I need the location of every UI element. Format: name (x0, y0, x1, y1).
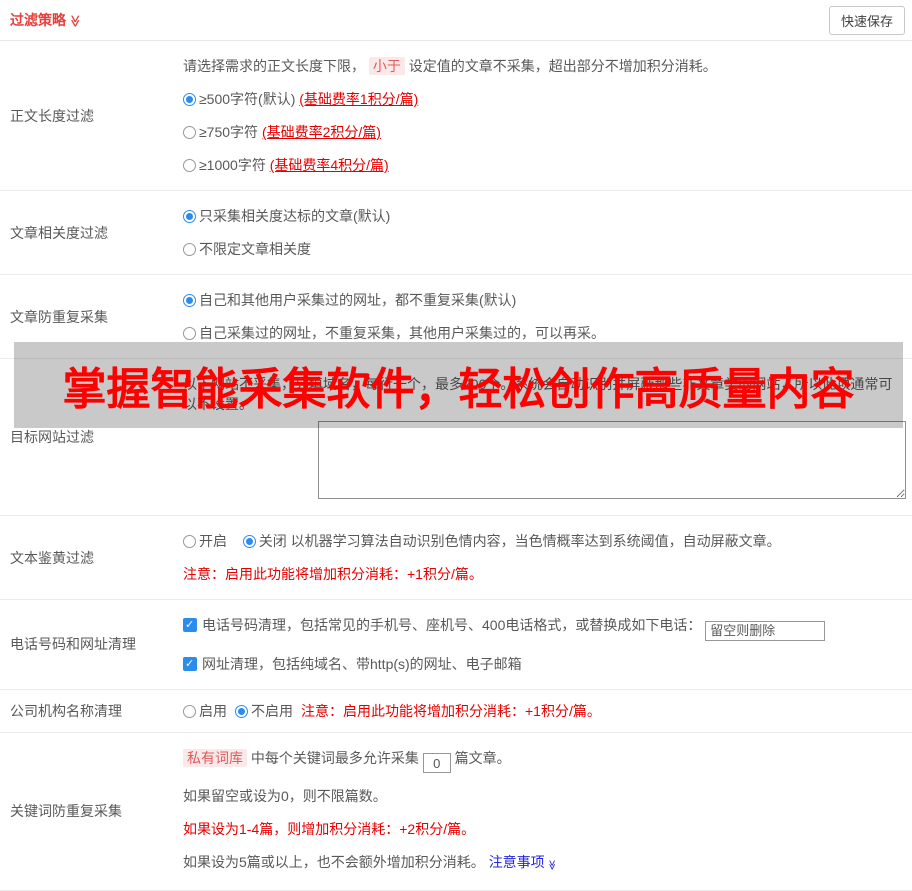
section-title-label: 过滤策略 (10, 12, 66, 28)
row-label-relevance: 文章相关度过滤 (0, 191, 183, 274)
checkbox-checked-icon[interactable] (183, 618, 197, 632)
notes-link[interactable]: 注意事项≫ (489, 854, 556, 870)
watermark-text: 掌握智能采集软件，轻松创作高质量内容 (63, 353, 855, 417)
radio-icon[interactable] (183, 126, 196, 139)
checkbox-checked-icon[interactable] (183, 657, 197, 671)
body-length-intro: 请选择需求的正文长度下限， 小于 设定值的文章不采集，超出部分不增加积分消耗。 (183, 56, 904, 76)
row-porn-filter: 文本鉴黄过滤 开启 关闭 以机器学习算法自动识别色情内容，当色情概率达到系统阈值… (0, 516, 912, 600)
relevance-option-unlimited[interactable]: 不限定文章相关度 (183, 239, 904, 259)
option-label: 启用 (199, 703, 227, 719)
intro-after: 设定值的文章不采集，超出部分不增加积分消耗。 (409, 58, 717, 74)
company-clean-enable-option[interactable]: 启用 (183, 701, 227, 721)
intro-before: 请选择需求的正文长度下限， (183, 58, 365, 74)
row-content-company-clean: 启用 不启用 注意：启用此功能将增加积分消耗：+1积分/篇。 (183, 690, 912, 732)
radio-icon[interactable] (183, 705, 196, 718)
chevron-down-icon: ≫ (541, 860, 561, 870)
watermark-banner: 掌握智能采集软件，轻松创作高质量内容 (14, 342, 903, 428)
radio-icon[interactable] (183, 294, 196, 307)
row-label-body-length: 正文长度过滤 (0, 41, 183, 190)
page-header: 过滤策略≫ 快速保存 (0, 0, 912, 41)
radio-icon[interactable] (243, 535, 256, 548)
section-title-filter-strategy[interactable]: 过滤策略≫ (10, 10, 82, 30)
option-label: 只采集相关度达标的文章(默认) (199, 208, 390, 224)
option-label: 自己和其他用户采集过的网址，都不重复采集(默认) (199, 292, 516, 308)
relevance-option-strict[interactable]: 只采集相关度达标的文章(默认) (183, 206, 904, 226)
body-length-option-750[interactable]: ≥750字符 (基础费率2积分/篇) (183, 122, 904, 142)
quick-save-button[interactable]: 快速保存 (829, 6, 905, 35)
keyword-note-cost: 如果设为1-4篇，则增加积分消耗：+2积分/篇。 (183, 819, 904, 839)
option-label: ≥750字符 (199, 124, 258, 140)
row-keyword-dedup: 关键词防重复采集 私有词库 中每个关键词最多允许采集 篇文章。 如果留空或设为0… (0, 733, 912, 891)
porn-filter-on-option[interactable]: 开启 (183, 533, 227, 549)
option-label: ≥500字符(默认) (199, 91, 295, 107)
option-label: 不限定文章相关度 (199, 241, 311, 257)
row-body-length-filter: 正文长度过滤 请选择需求的正文长度下限， 小于 设定值的文章不采集，超出部分不增… (0, 41, 912, 191)
keyword-note-five: 如果设为5篇或以上，也不会额外增加积分消耗。 注意事项≫ (183, 852, 904, 875)
row-content-relevance: 只采集相关度达标的文章(默认) 不限定文章相关度 (183, 191, 912, 274)
option-label: 关闭 (259, 533, 287, 549)
option-cost: (基础费率4积分/篇) (270, 157, 389, 173)
porn-filter-description: 以机器学习算法自动识别色情内容，当色情概率达到系统阈值，自动屏蔽文章。 (291, 533, 781, 549)
phone-clean-label: 电话号码清理，包括常见的手机号、座机号、400电话格式，或替换成如下电话： (202, 617, 701, 633)
porn-filter-note: 注意：启用此功能将增加积分消耗：+1积分/篇。 (183, 564, 904, 584)
keyword-limit-text-end: 篇文章。 (455, 750, 511, 766)
company-clean-note: 注意：启用此功能将增加积分消耗：+1积分/篇。 (301, 701, 601, 721)
row-content-body-length: 请选择需求的正文长度下限， 小于 设定值的文章不采集，超出部分不增加积分消耗。 … (183, 41, 912, 190)
radio-icon[interactable] (183, 159, 196, 172)
keyword-note-five-text: 如果设为5篇或以上，也不会额外增加积分消耗。 (183, 854, 485, 870)
radio-icon[interactable] (183, 210, 196, 223)
dedup-option-self-only[interactable]: 自己采集过的网址，不重复采集，其他用户采集过的，可以再采。 (183, 323, 904, 343)
row-label-company-clean: 公司机构名称清理 (0, 690, 183, 732)
url-clean-label: 网址清理，包括纯域名、带http(s)的网址、电子邮箱 (202, 656, 522, 672)
row-label-phone-url-clean: 电话号码和网址清理 (0, 600, 183, 689)
keyword-count-input[interactable] (423, 753, 451, 773)
notes-link-label: 注意事项 (489, 854, 545, 870)
row-content-phone-url-clean: 电话号码清理，包括常见的手机号、座机号、400电话格式，或替换成如下电话： 网址… (183, 600, 912, 689)
url-clean-option: 网址清理，包括纯域名、带http(s)的网址、电子邮箱 (183, 654, 904, 674)
dedup-option-all-users[interactable]: 自己和其他用户采集过的网址，都不重复采集(默认) (183, 290, 904, 310)
option-label: ≥1000字符 (199, 157, 266, 173)
row-label-keyword-dedup: 关键词防重复采集 (0, 733, 183, 891)
radio-icon[interactable] (183, 243, 196, 256)
row-content-keyword-dedup: 私有词库 中每个关键词最多允许采集 篇文章。 如果留空或设为0，则不限篇数。 如… (183, 733, 912, 891)
company-clean-disable-option[interactable]: 不启用 (235, 701, 293, 721)
option-cost: (基础费率2积分/篇) (262, 124, 381, 140)
less-than-badge: 小于 (369, 57, 405, 75)
radio-icon[interactable] (235, 705, 248, 718)
option-label: 自己采集过的网址，不重复采集，其他用户采集过的，可以再采。 (199, 325, 605, 341)
option-label: 开启 (199, 533, 227, 549)
keyword-limit-text: 中每个关键词最多允许采集 (251, 750, 419, 766)
radio-icon[interactable] (183, 327, 196, 340)
row-phone-url-clean: 电话号码和网址清理 电话号码清理，包括常见的手机号、座机号、400电话格式，或替… (0, 600, 912, 690)
row-relevance-filter: 文章相关度过滤 只采集相关度达标的文章(默认) 不限定文章相关度 (0, 191, 912, 275)
row-company-clean: 公司机构名称清理 启用 不启用 注意：启用此功能将增加积分消耗：+1积分/篇。 (0, 690, 912, 733)
keyword-limit-line: 私有词库 中每个关键词最多允许采集 篇文章。 (183, 748, 904, 774)
phone-clean-option: 电话号码清理，包括常见的手机号、座机号、400电话格式，或替换成如下电话： (183, 615, 904, 641)
option-cost: (基础费率1积分/篇) (299, 91, 418, 107)
body-length-option-500[interactable]: ≥500字符(默认) (基础费率1积分/篇) (183, 89, 904, 109)
row-content-porn-filter: 开启 关闭 以机器学习算法自动识别色情内容，当色情概率达到系统阈值，自动屏蔽文章… (183, 516, 912, 599)
porn-filter-off-option[interactable]: 关闭 (243, 533, 287, 549)
row-label-porn-filter: 文本鉴黄过滤 (0, 516, 183, 599)
option-label: 不启用 (251, 703, 293, 719)
keyword-note-zero: 如果留空或设为0，则不限篇数。 (183, 786, 904, 806)
chevron-down-icon: ≫ (68, 15, 82, 28)
porn-filter-options: 开启 关闭 以机器学习算法自动识别色情内容，当色情概率达到系统阈值，自动屏蔽文章… (183, 531, 904, 551)
replacement-phone-input[interactable] (705, 621, 825, 641)
radio-icon[interactable] (183, 535, 196, 548)
radio-icon[interactable] (183, 93, 196, 106)
private-thesaurus-badge: 私有词库 (183, 749, 247, 767)
blocked-sites-textarea[interactable] (318, 421, 906, 499)
body-length-option-1000[interactable]: ≥1000字符 (基础费率4积分/篇) (183, 155, 904, 175)
